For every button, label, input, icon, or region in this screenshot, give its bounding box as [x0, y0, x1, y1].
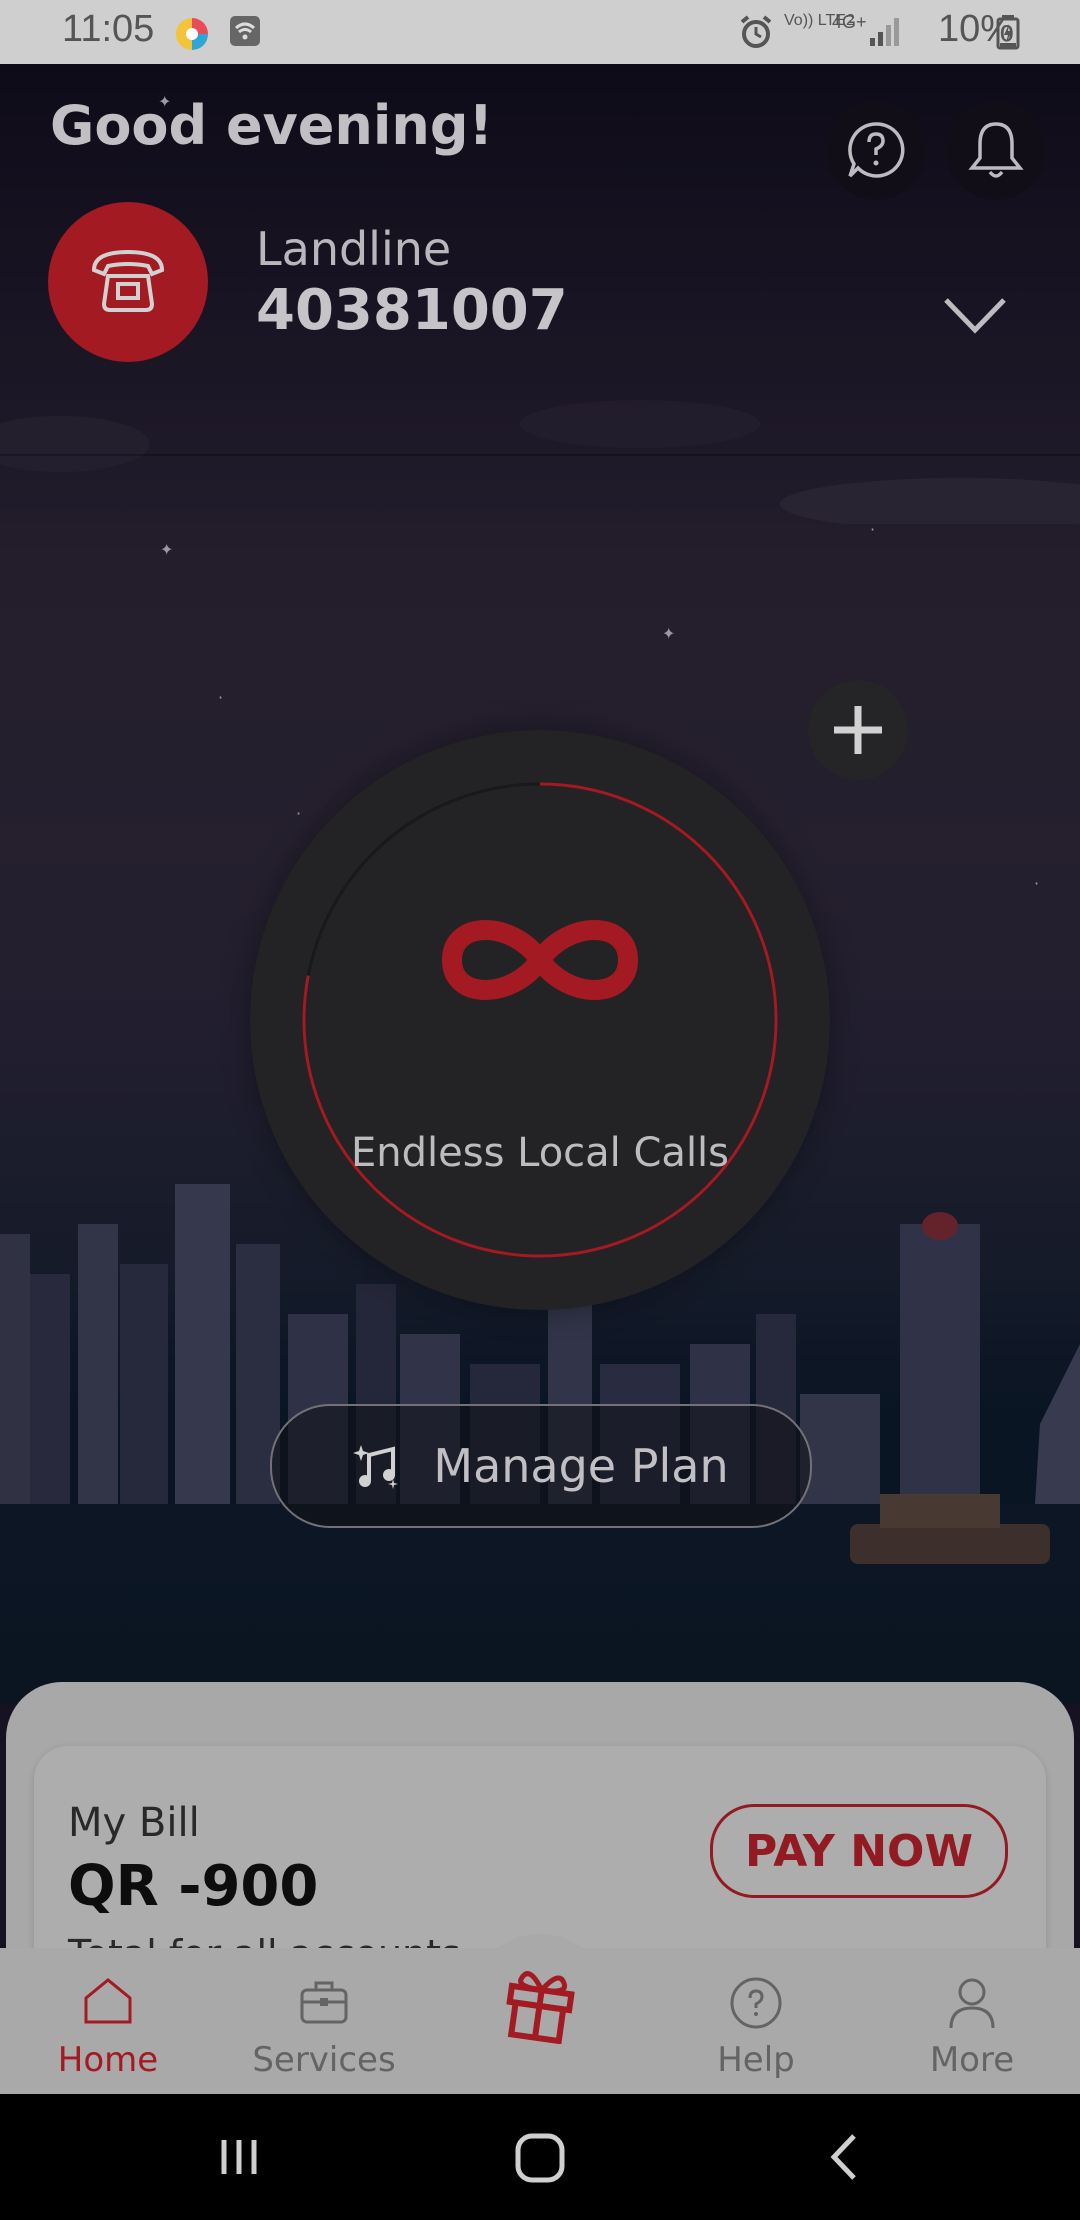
- manage-plan-label: Manage Plan: [433, 1439, 729, 1493]
- account-number: 40381007: [256, 278, 568, 343]
- tab-services-label: Services: [252, 2040, 396, 2080]
- briefcase-icon: [300, 1981, 348, 2024]
- battery-icon: [996, 15, 1020, 50]
- status-bar: 11:05 Vo)) LTE2 4G+ 10%: [0, 0, 1080, 64]
- app-notification-icon: [176, 18, 208, 50]
- back-icon[interactable]: [820, 2132, 870, 2182]
- chevron-down-icon[interactable]: [940, 294, 1010, 338]
- plus-icon: [834, 706, 882, 754]
- add-button[interactable]: [808, 680, 908, 780]
- star-decoration: ✦: [160, 540, 174, 559]
- question-circle-icon: [848, 122, 905, 178]
- home-nav-icon[interactable]: [514, 2132, 566, 2184]
- music-sparkle-icon: [353, 1445, 399, 1489]
- plan-label: Endless Local Calls: [350, 1130, 730, 1176]
- bell-icon: [968, 122, 1024, 178]
- manage-plan-button[interactable]: Manage Plan: [270, 1404, 812, 1528]
- wifi-hotspot-icon: [230, 16, 260, 46]
- tab-home[interactable]: Home: [8, 1948, 208, 2094]
- help-icon: [730, 1977, 782, 2029]
- alarm-icon: [740, 15, 772, 48]
- infinity-icon: [441, 920, 639, 1000]
- tab-help-label: Help: [717, 2040, 795, 2080]
- account-panel-divider: [0, 454, 1080, 456]
- tab-gift[interactable]: [472, 1934, 608, 2070]
- system-navigation-bar: [0, 2094, 1080, 2220]
- bill-title: My Bill: [68, 1800, 200, 1846]
- greeting-title: Good evening!: [50, 94, 494, 157]
- help-button[interactable]: [826, 100, 926, 200]
- tab-more-label: More: [929, 2040, 1015, 2080]
- tab-services[interactable]: Services: [224, 1948, 424, 2094]
- telephone-icon: [91, 249, 165, 312]
- tab-help[interactable]: Help: [656, 1948, 856, 2094]
- hero-background: ✦ ✦ ✦ · · · · Good evening! Landline 403…: [0, 64, 1080, 1704]
- account-type-label: Landline: [256, 222, 452, 276]
- plan-progress-ring: [302, 782, 778, 1258]
- bill-amount: QR -900: [68, 1854, 319, 1919]
- gift-icon: [506, 1971, 575, 2044]
- star-decoration: ·: [218, 688, 224, 707]
- recent-apps-icon[interactable]: [214, 2132, 264, 2182]
- star-decoration: ·: [1034, 874, 1040, 893]
- star-decoration: ✦: [662, 624, 676, 643]
- notifications-button[interactable]: [946, 100, 1046, 200]
- tab-home-label: Home: [57, 2040, 159, 2080]
- plan-usage-dial[interactable]: Endless Local Calls: [250, 730, 830, 1310]
- cloud-decoration: [0, 400, 1080, 524]
- signal-icon: [870, 18, 899, 46]
- status-time: 11:05: [62, 8, 155, 50]
- tab-more[interactable]: More: [872, 1948, 1072, 2094]
- home-icon: [84, 1978, 132, 2024]
- person-icon: [949, 1978, 995, 2029]
- account-avatar: [48, 202, 208, 362]
- pay-now-button[interactable]: PAY NOW: [710, 1804, 1008, 1898]
- network-type: 4G+: [832, 12, 867, 32]
